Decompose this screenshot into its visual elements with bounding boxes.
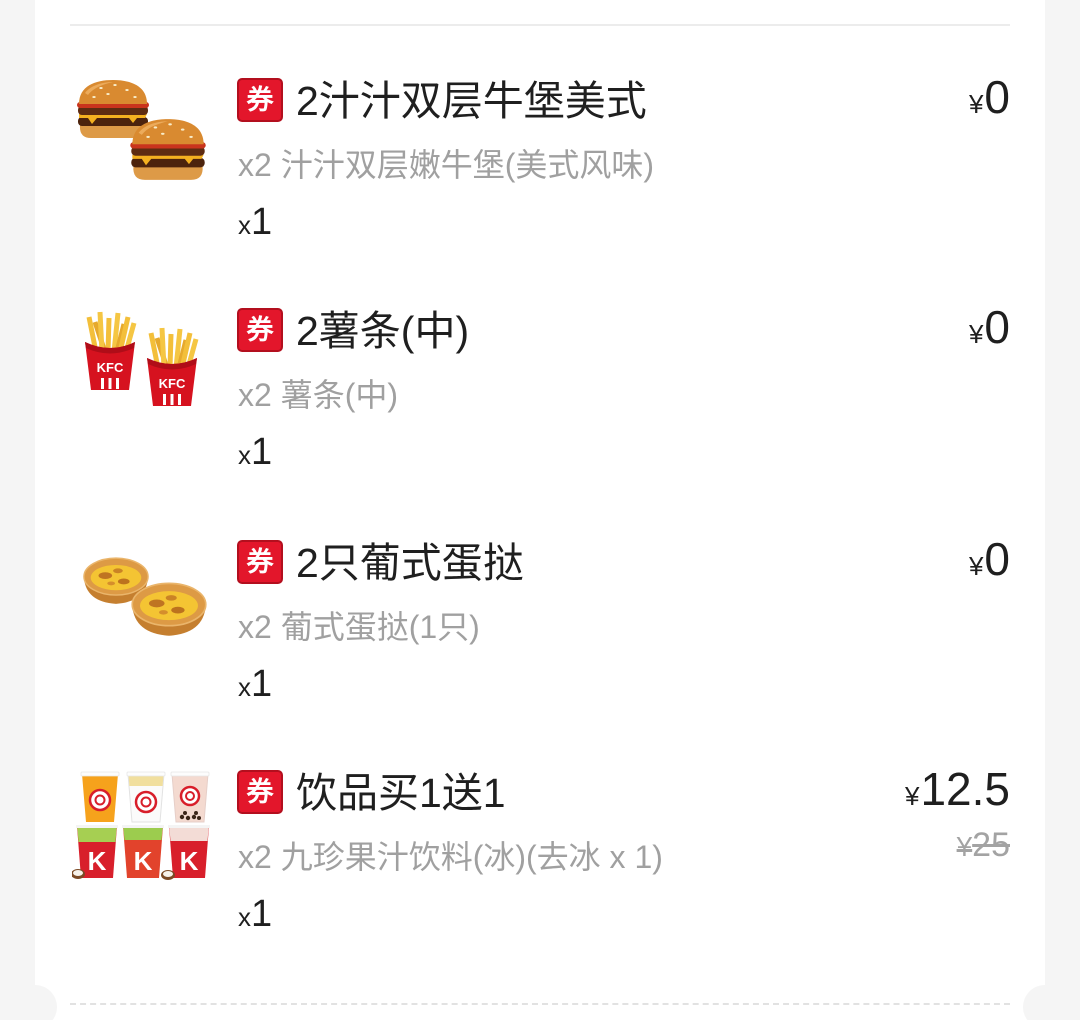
dashed-separator xyxy=(70,1003,1010,1005)
item-title: 饮品买1送1 xyxy=(296,770,506,816)
coconut-piece xyxy=(161,870,175,880)
box-stripe xyxy=(170,394,174,405)
fries-box-right: KFC xyxy=(147,327,199,406)
original-price-amount: 25 xyxy=(972,826,1010,864)
item-original-price: ¥25 xyxy=(957,825,1010,867)
egg-tart-front xyxy=(131,582,207,637)
currency-symbol: ¥ xyxy=(968,551,984,581)
drinks-illustration: K K K xyxy=(72,771,210,880)
ticket-notch-right xyxy=(1023,985,1067,1020)
item-price: ¥12.5 xyxy=(905,764,1010,821)
item-quantity: x1 xyxy=(238,200,272,247)
fries-box-left: KFC xyxy=(85,311,137,390)
coupon-badge: 券 xyxy=(237,308,283,352)
currency-symbol: ¥ xyxy=(905,781,920,811)
item-quantity: x1 xyxy=(238,430,272,477)
currency-symbol: ¥ xyxy=(968,319,984,349)
order-item: 券 2只葡式蛋挞 ¥0 x2 葡式蛋挞(1只) x1 xyxy=(0,534,1080,740)
box-stripe xyxy=(116,378,119,389)
quantity-value: 1 xyxy=(251,431,273,473)
item-detail: x2 九珍果汁饮料(冰)(去冰 x 1) xyxy=(238,839,663,875)
quantity-value: 1 xyxy=(251,201,273,243)
order-item: K K K 券 饮品买1送1 ¥12.5 ¥25 x2 九珍果汁饮料(冰)(去冰… xyxy=(0,764,1080,970)
tapioca-pearl xyxy=(197,816,201,820)
item-price: ¥0 xyxy=(969,72,1010,129)
box-stripe xyxy=(101,378,104,389)
fries-image: KFC KFC xyxy=(72,300,212,420)
green-drink-cup: K xyxy=(76,825,118,878)
double-burger-image xyxy=(72,70,212,190)
quantity-prefix: x xyxy=(238,210,251,240)
price-amount: 0 xyxy=(984,71,1010,123)
item-title: 2只葡式蛋挞 xyxy=(296,540,524,586)
cup-logo xyxy=(134,790,158,814)
item-detail: x2 葡式蛋挞(1只) xyxy=(238,609,480,645)
box-stripe xyxy=(178,394,181,405)
order-item: KFC KFC 券 2薯条(中) ¥0 x2 薯条(中) x1 xyxy=(0,302,1080,508)
fries-illustration: KFC KFC xyxy=(85,311,199,406)
item-quantity: x1 xyxy=(238,892,272,939)
cup-logo xyxy=(179,785,201,807)
top-divider xyxy=(70,24,1010,26)
burger-front xyxy=(130,119,206,180)
item-price: ¥0 xyxy=(969,302,1010,359)
currency-symbol: ¥ xyxy=(956,831,973,862)
item-price: ¥0 xyxy=(969,534,1010,591)
quantity-value: 1 xyxy=(251,893,273,935)
k-logo: K xyxy=(88,846,107,876)
double-burger-illustration xyxy=(77,80,206,180)
coupon-badge: 券 xyxy=(237,770,283,814)
quantity-prefix: x xyxy=(238,902,251,932)
box-stripe xyxy=(163,394,166,405)
quantity-prefix: x xyxy=(238,672,251,702)
k-logo: K xyxy=(134,846,153,876)
price-amount: 0 xyxy=(984,301,1010,353)
price-amount: 12.5 xyxy=(920,763,1010,815)
tapioca-pearl xyxy=(194,811,198,815)
drinks-image: K K K xyxy=(72,762,212,882)
quantity-prefix: x xyxy=(238,440,251,470)
kfc-logo: KFC xyxy=(97,360,124,375)
item-detail: x2 薯条(中) xyxy=(238,377,399,413)
tapioca-pearl xyxy=(185,815,191,821)
order-item: 券 2汁汁双层牛堡美式 ¥0 x2 汁汁双层嫩牛堡(美式风味) x1 xyxy=(0,72,1080,278)
quantity-value: 1 xyxy=(251,663,273,705)
egg-tart-illustration xyxy=(83,557,207,637)
orange-juice-cup xyxy=(80,771,120,822)
currency-symbol: ¥ xyxy=(968,89,984,119)
tapioca-pearl xyxy=(191,814,197,820)
cup-logo xyxy=(88,788,112,812)
item-quantity: x1 xyxy=(238,662,272,709)
tapioca-pearl xyxy=(179,814,185,820)
tapioca-pearl xyxy=(183,811,187,815)
box-stripe xyxy=(108,378,112,389)
k-logo: K xyxy=(180,846,199,876)
bubble-tea-cup xyxy=(170,771,210,823)
fruit-drink-cup: K xyxy=(122,825,164,878)
pink-drink-cup: K xyxy=(168,825,210,878)
item-title: 2薯条(中) xyxy=(296,308,470,354)
item-title: 2汁汁双层牛堡美式 xyxy=(296,78,647,124)
price-amount: 0 xyxy=(984,533,1010,585)
coupon-badge: 券 xyxy=(237,540,283,584)
coupon-badge: 券 xyxy=(237,78,283,122)
item-detail: x2 汁汁双层嫩牛堡(美式风味) xyxy=(238,147,655,183)
milk-tea-cup xyxy=(126,771,166,823)
egg-tart-image xyxy=(72,532,212,652)
kfc-logo: KFC xyxy=(159,376,186,391)
